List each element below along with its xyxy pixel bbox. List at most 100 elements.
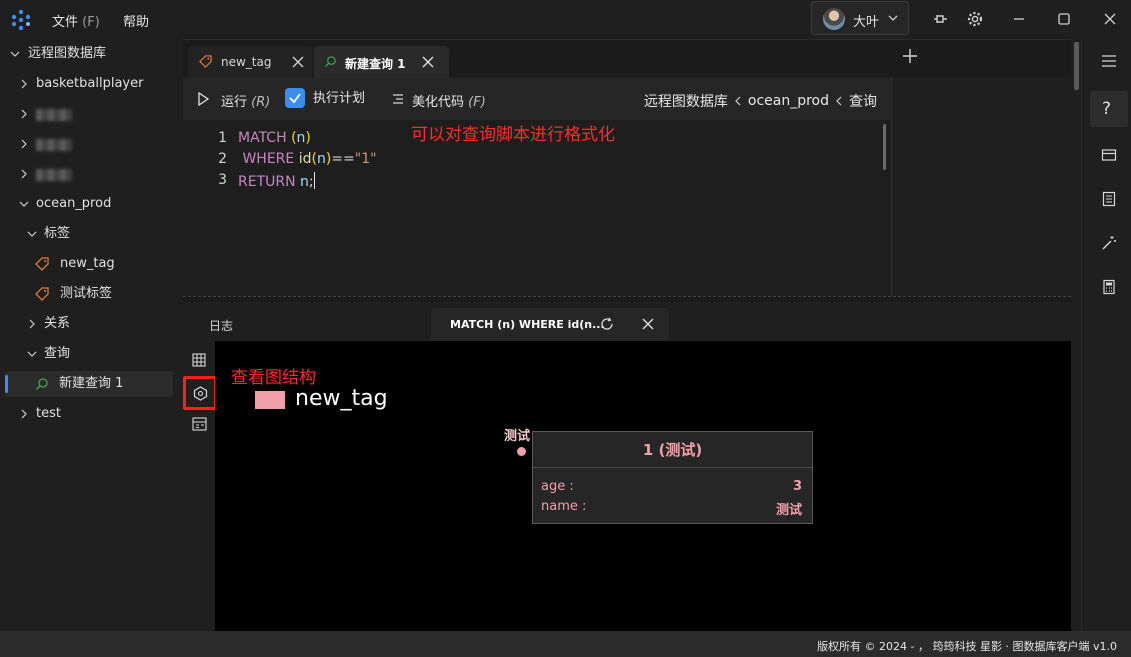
title-bar: 文件 (F) 帮助 大叶 xyxy=(0,0,1131,39)
tree-folder-relations[interactable]: 关系 xyxy=(0,311,176,337)
query-toolbar: 运行 (R) 执行计划 美化代码 (F) 远程图数据库 ocean_prod 查… xyxy=(183,78,891,120)
copyright-text: 版权所有 © 2024 - ， 筠筠科技 星影 · 图数据库客户端 v1.0 xyxy=(817,640,1117,653)
refresh-icon[interactable] xyxy=(600,317,614,331)
run-button[interactable]: 运行 (R) xyxy=(197,91,270,110)
close-icon[interactable] xyxy=(1101,10,1119,28)
close-tab-icon[interactable] xyxy=(292,56,304,68)
graph-canvas[interactable]: 查看图结构 new_tag 测试 1 (测试) age :3 name : 测试 xyxy=(215,341,1071,631)
hamburger-menu-icon[interactable] xyxy=(1101,53,1117,69)
popup-prop-row: age :3 xyxy=(541,479,802,494)
pin-icon[interactable] xyxy=(931,10,949,28)
legend-label: new_tag xyxy=(295,386,388,411)
breadcrumb-space[interactable]: ocean_prod xyxy=(748,93,829,109)
status-bar: 版权所有 © 2024 - ， 筠筠科技 星影 · 图数据库客户端 v1.0 xyxy=(0,631,1131,657)
legend-swatch xyxy=(255,391,285,409)
selection-indicator xyxy=(5,375,8,393)
tree-folder-tags[interactable]: 标签 xyxy=(0,221,176,247)
editor-side-panel xyxy=(891,78,1071,296)
code-line: MATCH (n) xyxy=(238,130,311,146)
question-icon: ? xyxy=(1102,99,1112,119)
popup-prop-row: name : 测试 xyxy=(541,499,802,518)
graph-view-button-highlight[interactable] xyxy=(183,376,217,410)
result-tab-bar: 日志 MATCH (n) WHERE id(n... xyxy=(183,302,1071,341)
tree-item-redacted[interactable] xyxy=(0,131,176,157)
breadcrumb: 远程图数据库 ocean_prod 查询 xyxy=(644,91,877,111)
tab-new-tag[interactable]: new_tag xyxy=(188,46,312,78)
breadcrumb-db[interactable]: 远程图数据库 xyxy=(644,91,728,111)
annotation-format-hint: 可以对查询脚本进行格式化 xyxy=(411,125,615,145)
chevron-right-icon xyxy=(19,109,29,119)
close-tab-icon[interactable] xyxy=(642,318,654,330)
node-label: 测试 xyxy=(504,429,531,444)
user-name: 大叶 xyxy=(853,15,880,30)
graph-node[interactable] xyxy=(517,447,526,456)
help-button[interactable]: ? xyxy=(1090,91,1128,127)
chevron-down-icon xyxy=(27,229,37,239)
tree-item-ocean-prod[interactable]: ocean_prod xyxy=(0,191,176,217)
redacted-label xyxy=(36,109,72,121)
tree-item-basketballplayer[interactable]: basketballplayer xyxy=(0,71,176,97)
chevron-down-icon xyxy=(19,199,29,209)
minimize-icon[interactable] xyxy=(1010,10,1028,28)
chevron-left-icon xyxy=(835,96,843,106)
line-number: 1 xyxy=(218,130,227,146)
align-left-icon xyxy=(392,93,404,105)
chevron-right-icon xyxy=(19,139,29,149)
code-editor[interactable]: 1 MATCH (n) 2 WHERE id(n)=="1" 3 RETURN … xyxy=(183,120,891,296)
document-list-icon[interactable] xyxy=(1101,191,1117,207)
graph-view-icon xyxy=(193,386,208,401)
sidebar-tree: 远程图数据库 basketballplayer ocean_prod 标签 ne… xyxy=(0,39,181,631)
tab-log[interactable]: 日志 xyxy=(209,317,233,334)
card-icon[interactable] xyxy=(1101,147,1117,163)
maximize-icon[interactable] xyxy=(1055,10,1073,28)
checkbox-checked-icon xyxy=(285,88,305,108)
breadcrumb-query[interactable]: 查询 xyxy=(849,91,877,111)
tree-item-test[interactable]: test xyxy=(0,401,176,427)
tree-folder-queries[interactable]: 查询 xyxy=(0,341,176,367)
chevron-left-icon xyxy=(734,96,742,106)
node-detail-popup: 1 (测试) age :3 name : 测试 xyxy=(532,431,813,524)
avatar xyxy=(823,8,845,30)
annotation-graph-hint: 查看图结构 xyxy=(231,368,316,388)
gear-icon[interactable] xyxy=(966,10,984,28)
execution-plan-checkbox[interactable]: 执行计划 xyxy=(285,88,365,110)
tree-item-test-tag[interactable]: 测试标签 xyxy=(0,281,176,307)
tree-item-redacted[interactable] xyxy=(0,101,176,127)
menu-help[interactable]: 帮助 xyxy=(123,11,149,30)
text-cursor xyxy=(313,172,315,189)
line-number: 3 xyxy=(218,172,227,188)
play-icon xyxy=(197,92,209,106)
add-tab-icon[interactable] xyxy=(901,47,919,65)
editor-tab-bar: new_tag 新建查询 1 xyxy=(183,39,1071,78)
main-scrollbar[interactable] xyxy=(1074,42,1079,90)
tag-icon xyxy=(35,287,49,301)
tree-root-remote-db[interactable]: 远程图数据库 xyxy=(0,41,176,67)
result-view-tools xyxy=(183,341,217,631)
tab-new-query-1[interactable]: 新建查询 1 xyxy=(314,46,449,78)
menu-file[interactable]: 文件 (F) xyxy=(52,11,100,30)
search-icon xyxy=(35,377,49,391)
tag-icon xyxy=(199,55,212,68)
editor-scrollbar[interactable] xyxy=(883,124,886,170)
close-tab-icon[interactable] xyxy=(422,56,434,68)
tree-item-redacted[interactable] xyxy=(0,161,176,187)
chevron-right-icon xyxy=(19,79,29,89)
table-view-icon[interactable] xyxy=(192,353,206,367)
tree-item-new-tag[interactable]: new_tag xyxy=(0,251,176,277)
tag-icon xyxy=(35,257,49,271)
tree-item-new-query-1[interactable]: 新建查询 1 xyxy=(5,371,173,397)
chevron-down-icon xyxy=(10,49,20,59)
user-menu-button[interactable]: 大叶 xyxy=(811,1,909,35)
calculator-icon[interactable] xyxy=(1101,279,1117,295)
tab-query-result[interactable]: MATCH (n) WHERE id(n... xyxy=(431,308,669,341)
chevron-right-icon xyxy=(19,409,29,419)
schema-view-icon[interactable] xyxy=(192,417,207,431)
chevron-down-icon xyxy=(888,14,898,22)
magic-wand-icon[interactable] xyxy=(1101,235,1117,251)
chevron-right-icon xyxy=(27,319,37,329)
chevron-right-icon xyxy=(19,169,29,179)
popup-title: 1 (测试) xyxy=(533,432,812,468)
redacted-label xyxy=(36,169,72,181)
chevron-down-icon xyxy=(27,349,37,359)
beautify-code-button[interactable]: 美化代码 (F) xyxy=(392,91,486,110)
